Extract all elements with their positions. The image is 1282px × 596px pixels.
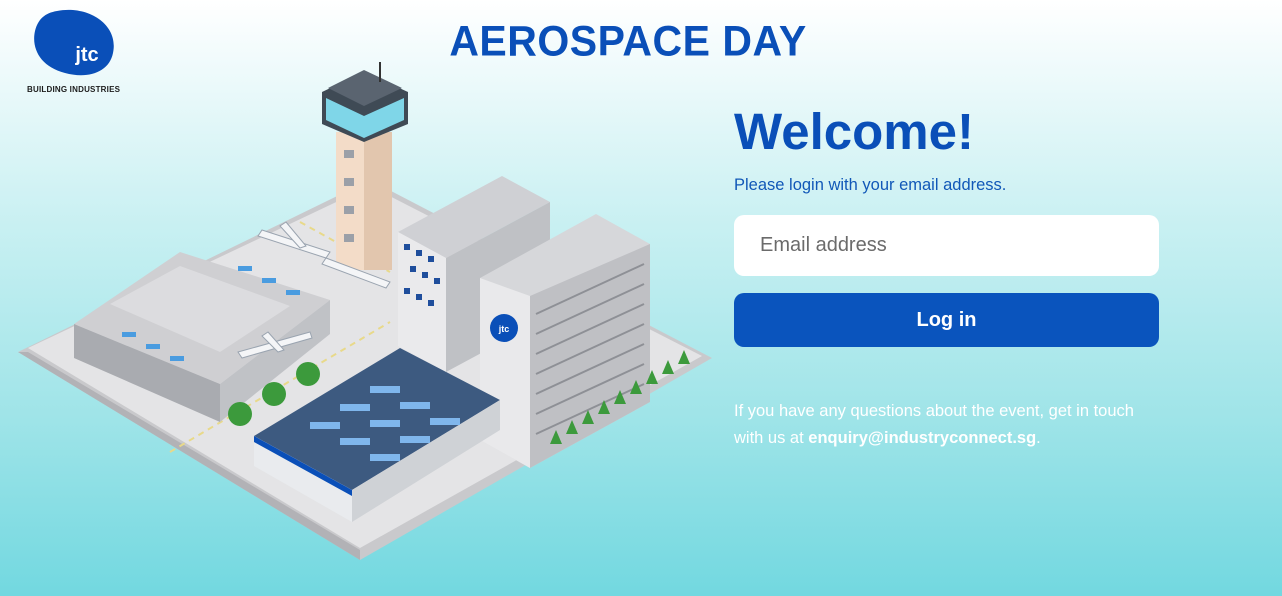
login-subtitle: Please login with your email address. — [734, 176, 1007, 194]
email-input[interactable] — [734, 215, 1159, 276]
help-text: If you have any questions about the even… — [734, 398, 1159, 452]
aerospace-park-illustration: jtc — [18, 62, 712, 560]
help-email: enquiry@industryconnect.sg — [808, 429, 1037, 447]
welcome-heading: Welcome! — [734, 103, 974, 160]
help-text-suffix: . — [1036, 429, 1041, 447]
login-panel: Welcome! Please login with your email ad… — [734, 104, 1159, 452]
login-button[interactable]: Log in — [734, 293, 1159, 347]
building-badge-text: jtc — [498, 324, 510, 334]
